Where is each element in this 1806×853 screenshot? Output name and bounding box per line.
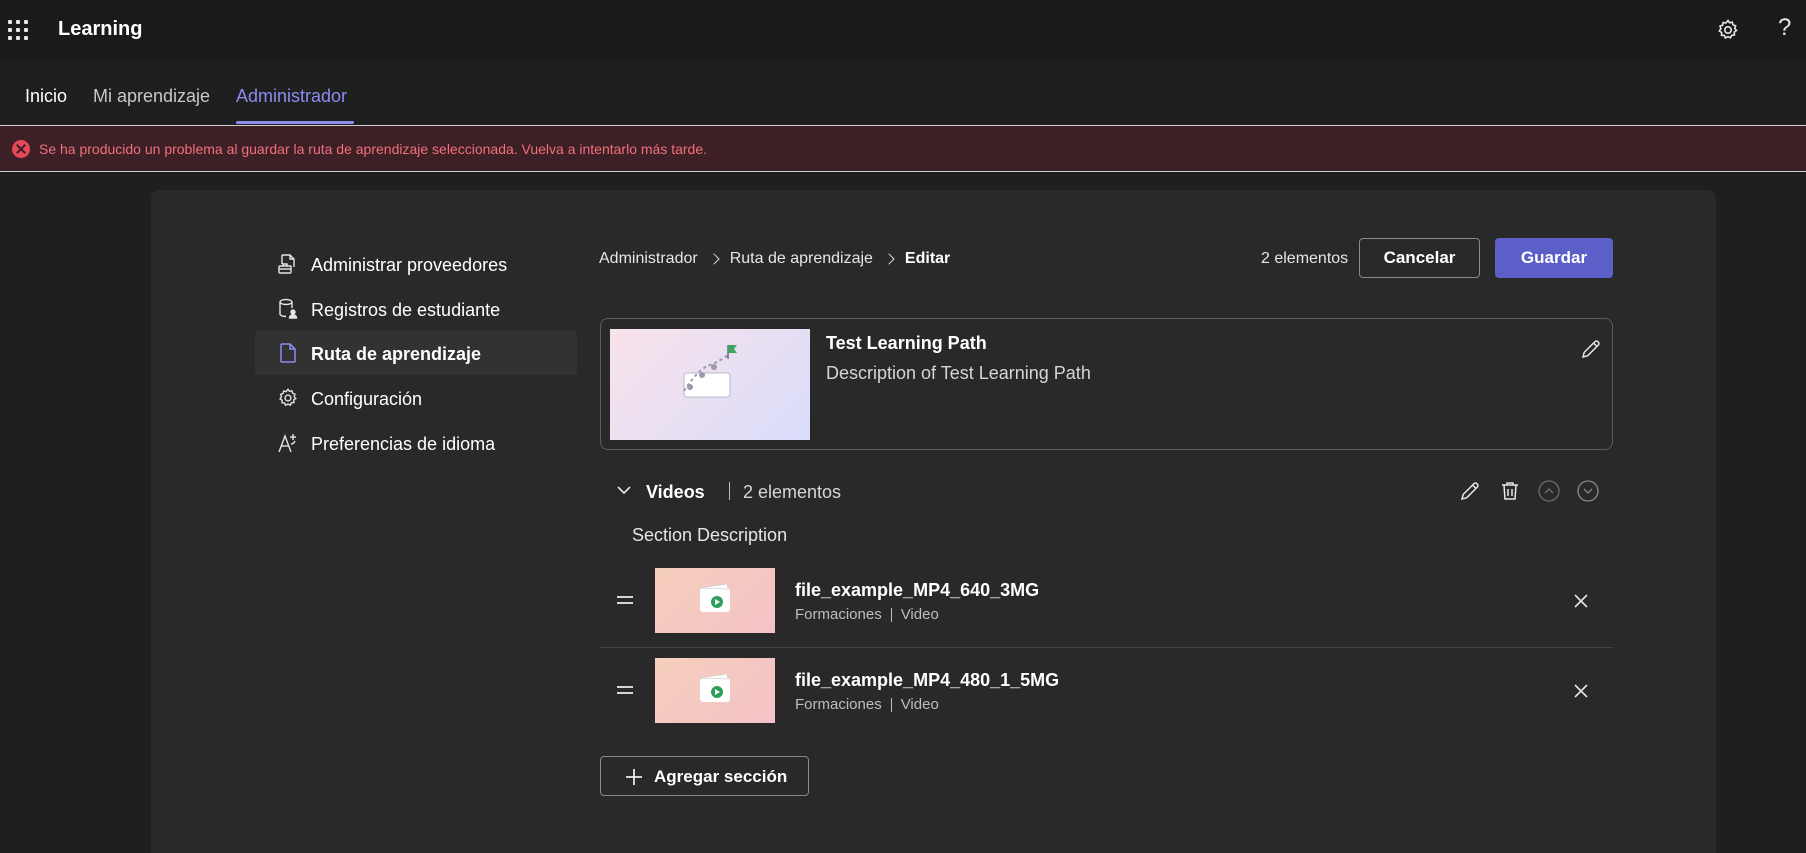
providers-icon: [278, 254, 295, 274]
video-title: file_example_MP4_480_1_5MG: [795, 670, 1060, 690]
section-item-count: 2 elementos: [743, 482, 842, 502]
error-banner: Se ha producido un problema al guardar l…: [0, 125, 1806, 172]
video-clapper-icon: [699, 583, 730, 612]
video-meta: Formaciones Video: [795, 696, 939, 713]
close-icon[interactable]: [1570, 680, 1592, 702]
tab-inicio[interactable]: Inicio: [25, 86, 67, 107]
sidebar-item-administrar-proveedores[interactable]: Administrar proveedores: [255, 242, 577, 286]
document-icon: [280, 343, 296, 363]
sidebar-item-registros-de-estudiante[interactable]: Registros de estudiante: [255, 287, 577, 331]
tab-administrador[interactable]: Administrador: [236, 86, 347, 107]
chevron-right-icon: [708, 253, 720, 265]
plus-icon: [626, 769, 642, 785]
app-title: Learning: [58, 18, 143, 40]
error-icon: [12, 140, 30, 158]
learning-path-steps-icon: [683, 345, 737, 398]
gear-icon: [279, 388, 297, 407]
list-item[interactable]: file_example_MP4_480_1_5MG Formaciones V…: [600, 650, 1613, 738]
video-meta: Formaciones Video: [795, 606, 939, 623]
help-icon[interactable]: ?: [1778, 16, 1791, 40]
sidebar-item-label: Ruta de aprendizaje: [311, 344, 482, 364]
sidebar-item-label: Registros de estudiante: [311, 300, 501, 320]
learning-path-card: Test Learning Path Description of Test L…: [600, 318, 1613, 450]
tab-mi-aprendizaje[interactable]: Mi aprendizaje: [93, 86, 210, 107]
sidebar-item-label: Administrar proveedores: [311, 255, 508, 275]
video-thumbnail: [655, 568, 775, 633]
close-icon[interactable]: [1570, 590, 1592, 612]
app-launcher-icon[interactable]: [8, 20, 28, 40]
learning-path-thumbnail: [610, 329, 810, 440]
move-down-icon[interactable]: [1576, 479, 1600, 503]
sidebar-item-label: Preferencias de idioma: [311, 434, 496, 454]
save-button[interactable]: Guardar: [1495, 238, 1613, 278]
video-source: Formaciones: [795, 696, 882, 713]
learning-path-description: Description of Test Learning Path: [826, 363, 1091, 383]
delete-trash-icon[interactable]: [1498, 479, 1522, 503]
video-thumbnail: [655, 658, 775, 723]
video-source: Formaciones: [795, 606, 882, 623]
breadcrumb-current: Editar: [904, 250, 951, 267]
chevron-down-icon[interactable]: [614, 480, 634, 500]
section-divider: [729, 482, 730, 500]
sidebar-item-configuracion[interactable]: Configuración: [255, 376, 577, 420]
drag-handle-icon[interactable]: [617, 686, 633, 696]
drag-handle-icon[interactable]: [617, 596, 633, 606]
main-panel: Administrar proveedores Registros de est…: [151, 190, 1716, 853]
meta-divider: [890, 697, 892, 712]
breadcrumb-item-ruta-de-aprendizaje[interactable]: Ruta de aprendizaje: [730, 250, 873, 268]
move-up-icon[interactable]: [1537, 479, 1561, 503]
top-bar: Learning ?: [0, 0, 1806, 60]
meta-divider: [890, 607, 892, 622]
settings-gear-icon[interactable]: [1716, 18, 1740, 42]
video-type: Video: [900, 696, 939, 713]
video-clapper-icon: [699, 673, 730, 702]
video-title: file_example_MP4_640_3MG: [795, 580, 1040, 600]
active-tab-indicator: [236, 121, 354, 124]
item-count: 2 elementos: [1261, 250, 1349, 267]
chevron-right-icon: [883, 253, 895, 265]
add-section-button[interactable]: Agregar sección: [600, 756, 809, 796]
add-section-label: Agregar sección: [654, 767, 788, 786]
sidebar-item-label: Configuración: [311, 389, 423, 409]
edit-pencil-icon[interactable]: [1579, 337, 1603, 361]
list-item[interactable]: file_example_MP4_640_3MG Formaciones Vid…: [600, 560, 1613, 648]
section-description: Section Description: [632, 525, 788, 545]
error-message: Se ha producido un problema al guardar l…: [39, 141, 708, 157]
sidebar-item-preferencias-de-idioma[interactable]: Preferencias de idioma: [255, 421, 577, 465]
sidebar-item-ruta-de-aprendizaje[interactable]: Ruta de aprendizaje: [255, 331, 577, 375]
learning-path-title: Test Learning Path: [826, 333, 987, 353]
tab-bar: Inicio Mi aprendizaje Administrador: [0, 60, 1806, 124]
breadcrumb-item-administrador[interactable]: Administrador: [599, 250, 698, 268]
video-type: Video: [900, 606, 939, 623]
database-user-icon: [279, 298, 298, 319]
edit-section-pencil-icon[interactable]: [1458, 479, 1482, 503]
section-header: Videos 2 elementos: [600, 470, 1613, 512]
breadcrumb: Administrador Ruta de aprendizaje Editar: [599, 250, 950, 268]
language-icon: [278, 434, 296, 453]
section-title: Videos: [646, 482, 705, 502]
cancel-button[interactable]: Cancelar: [1359, 238, 1480, 278]
